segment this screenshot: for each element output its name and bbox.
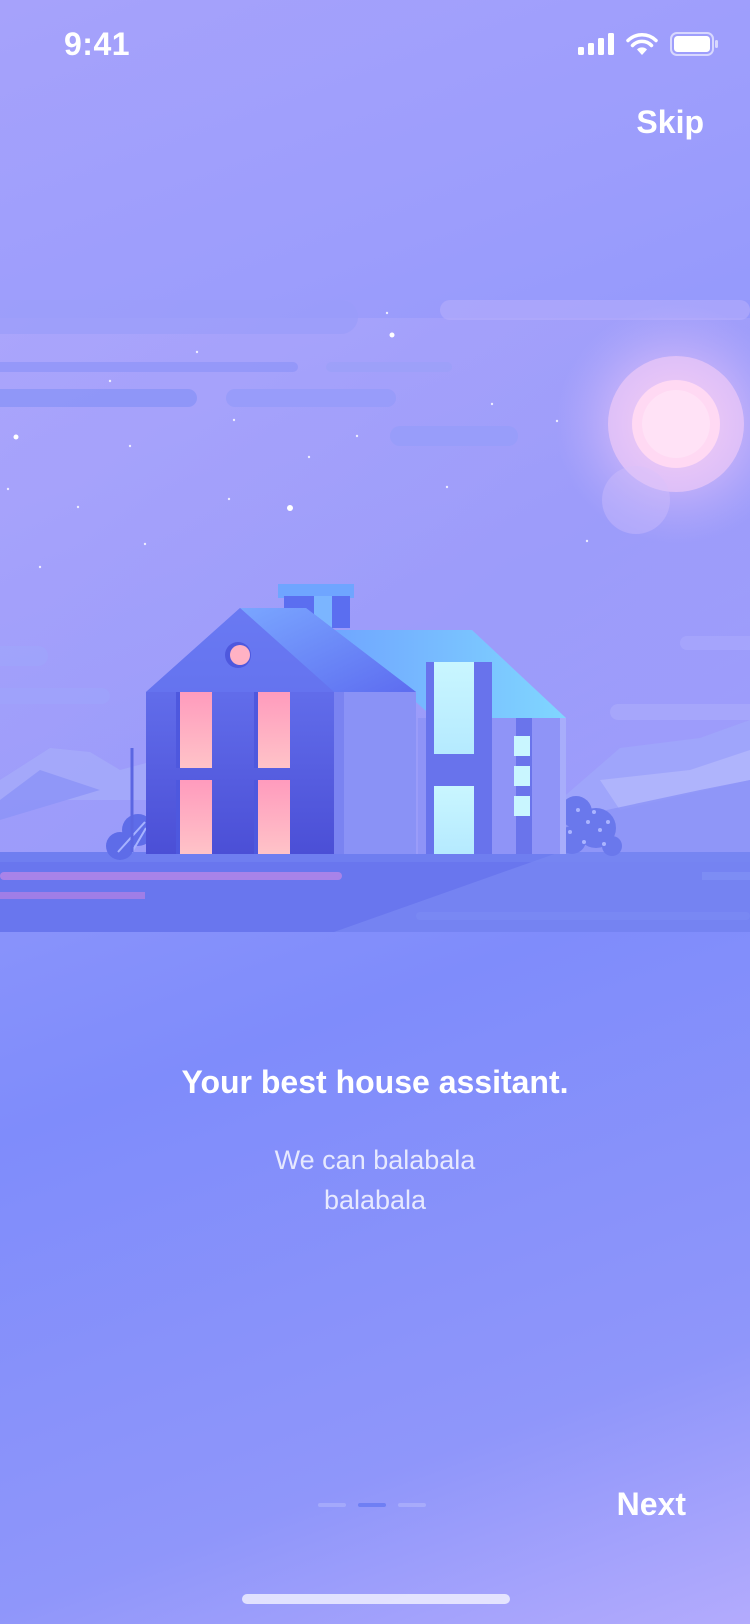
page-dot-2-active[interactable] xyxy=(358,1503,386,1507)
house-night-illustration xyxy=(0,300,750,932)
onboarding-title: Your best house assitant. xyxy=(181,1064,569,1100)
page-dot-3[interactable] xyxy=(398,1503,426,1507)
signal-bars-icon xyxy=(578,33,614,55)
next-button[interactable]: Next xyxy=(617,1486,686,1523)
onboarding-description: We can balabala balabala xyxy=(274,1145,476,1215)
status-bar: 9:41 xyxy=(0,0,750,90)
wifi-icon xyxy=(626,33,658,55)
skip-button[interactable]: Skip xyxy=(636,104,704,141)
status-icons xyxy=(578,32,718,56)
page-dot-1[interactable] xyxy=(318,1503,346,1507)
home-indicator[interactable] xyxy=(242,1594,510,1604)
status-time: 9:41 xyxy=(64,26,131,62)
battery-icon xyxy=(670,32,718,56)
page-indicator xyxy=(318,1503,426,1507)
